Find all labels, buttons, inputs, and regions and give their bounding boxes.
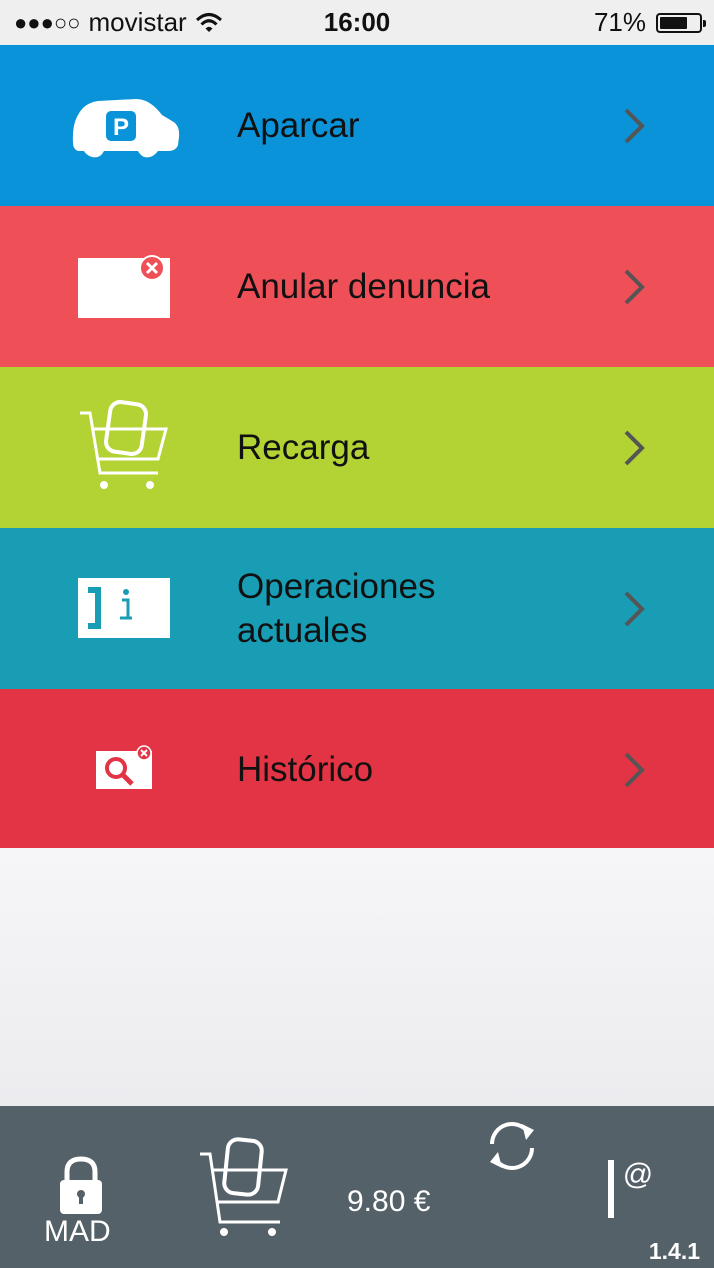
chevron-right-icon — [624, 591, 645, 627]
parking-car-icon: P — [72, 99, 180, 158]
battery-icon — [656, 12, 706, 33]
cart-icon[interactable] — [198, 1136, 290, 1240]
cancel-ticket-icon — [78, 255, 170, 318]
battery-percent: 71% — [593, 7, 646, 37]
menu-item-label: Recarga — [237, 427, 370, 467]
empty-area — [0, 848, 714, 1106]
lock-icon[interactable] — [56, 1156, 106, 1216]
chevron-right-icon — [624, 108, 645, 144]
recharge-cart-icon — [80, 400, 168, 489]
info-ticket-icon — [78, 578, 170, 638]
menu-item-label: Histórico — [237, 749, 374, 789]
menu-item-anular-denuncia[interactable]: Anular denuncia — [0, 206, 714, 367]
svg-text:P: P — [113, 114, 129, 141]
balance-amount: 9.80 € — [347, 1185, 431, 1218]
menu-item-label-line1: Operaciones — [237, 566, 436, 606]
menu-item-operaciones-actuales[interactable]: Operaciones actuales — [0, 528, 714, 689]
main-menu: P Aparcar Anular denuncia Recarga Operac… — [0, 45, 714, 850]
menu-item-label: Operaciones actuales — [237, 528, 435, 689]
menu-item-aparcar[interactable]: P Aparcar — [0, 45, 714, 206]
at-logo-icon[interactable]: @ — [604, 1154, 660, 1220]
chevron-right-icon — [624, 752, 645, 788]
svg-text:@: @ — [623, 1158, 653, 1191]
menu-item-label-line2: actuales — [237, 610, 368, 650]
menu-item-recarga[interactable]: Recarga — [0, 367, 714, 528]
version-label: 1.4.1 — [648, 1238, 700, 1264]
refresh-icon[interactable] — [482, 1116, 542, 1176]
menu-item-label: Aparcar — [237, 105, 360, 145]
city-label[interactable]: MAD — [44, 1215, 111, 1249]
battery-fill — [660, 16, 687, 29]
status-bar: ●●●○○ movistar 16:00 71% — [0, 0, 714, 45]
menu-item-historico[interactable]: Histórico — [0, 689, 714, 850]
history-search-icon — [96, 745, 152, 789]
chevron-right-icon — [624, 430, 645, 466]
menu-item-label: Anular denuncia — [237, 266, 490, 306]
chevron-right-icon — [624, 269, 645, 305]
status-right: 71% — [593, 7, 706, 38]
